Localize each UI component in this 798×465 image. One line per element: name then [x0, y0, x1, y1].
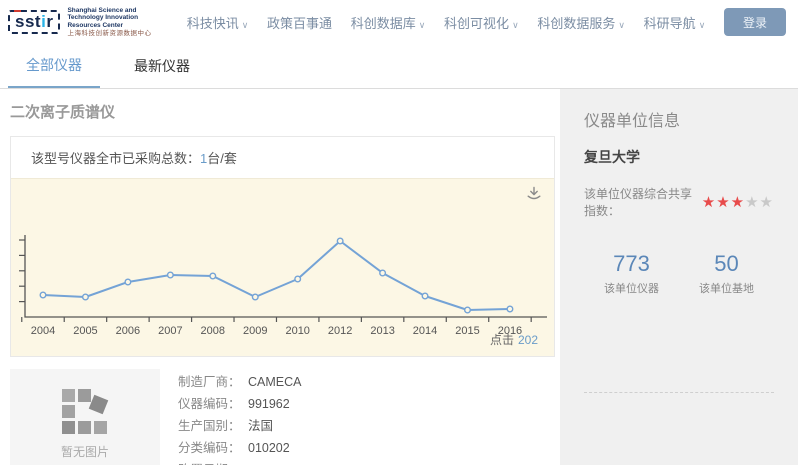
click-count-label: 点击	[490, 333, 514, 347]
detail-row-manufacturer: 制造厂商：CAMECA	[178, 371, 312, 393]
purchase-label: 该型号仪器全市已采购总数：	[31, 151, 200, 166]
detail-value: 010202	[248, 437, 290, 459]
svg-text:2006: 2006	[116, 325, 140, 337]
main-column: 二次离子质谱仪 该型号仪器全市已采购总数：1台/套 20042005200620…	[0, 89, 560, 465]
chevron-down-icon: ∨	[699, 20, 706, 30]
nav-item-label: 科创数据服务	[537, 16, 615, 31]
chevron-down-icon: ∨	[242, 20, 249, 30]
detail-label: 购置日期：	[178, 459, 248, 465]
chevron-down-icon: ∨	[419, 20, 426, 30]
nav-item-label: 科研导航	[644, 16, 696, 31]
detail-list: 制造厂商：CAMECA 仪器编码：991962 生产国别：法国 分类编码：010…	[178, 369, 312, 465]
tagline-en-line3: Resources Center	[67, 22, 151, 29]
svg-text:2015: 2015	[455, 325, 479, 337]
stat-bases-value: 50	[679, 251, 774, 277]
svg-text:2008: 2008	[201, 325, 225, 337]
star-empty-icon: ★	[745, 194, 759, 211]
nav-item-label: 科创数据库	[351, 16, 416, 31]
logo-text-r: r	[46, 12, 53, 31]
share-index-row: 该单位仪器综合共享指数： ★★★★★	[584, 185, 774, 219]
click-count: 点击 202	[490, 331, 538, 348]
logo-text: sst	[15, 12, 41, 31]
tagline-zh: 上海科技创新资源数据中心	[67, 30, 151, 37]
detail-value: 法国	[248, 415, 273, 437]
unit-stats: 773 该单位仪器 50 该单位基地	[584, 251, 774, 296]
tagline-en-line2: Technology Innovation	[67, 14, 151, 21]
brand-logo[interactable]: sstir Shanghai Science and Technology In…	[8, 7, 158, 38]
click-count-value: 202	[518, 333, 538, 347]
sidebar-divider	[584, 392, 774, 393]
instrument-tabbar: 全部仪器 最新仪器	[0, 44, 798, 89]
brand-tagline: Shanghai Science and Technology Innovati…	[67, 7, 151, 38]
page-title: 二次离子质谱仪	[10, 101, 560, 122]
line-chart[interactable]: 2004 2005 2006 2007 2008 2009 2010 2012 2013 2014…	[11, 197, 554, 347]
login-button[interactable]: 登录	[724, 8, 786, 36]
organization-name[interactable]: 复旦大学	[584, 147, 774, 167]
detail-label: 生产国别：	[178, 415, 248, 437]
detail-value: 1999-01-01	[248, 459, 312, 465]
no-image-text: 暂无图片	[61, 443, 109, 460]
star-rating: ★★★★★	[702, 195, 774, 210]
chevron-down-icon: ∨	[618, 20, 625, 30]
detail-row-country: 生产国别：法国	[178, 415, 312, 437]
sstir-logo-mark: sstir	[8, 10, 60, 34]
tab-all-instruments[interactable]: 全部仪器	[8, 44, 100, 88]
detail-row-purchase-date: 购置日期：1999-01-01	[178, 459, 312, 465]
svg-text:2005: 2005	[73, 325, 97, 337]
detail-label: 分类编码：	[178, 437, 248, 459]
star-filled-icon: ★	[731, 194, 745, 211]
stat-instruments-label: 该单位仪器	[584, 280, 679, 296]
chevron-down-icon: ∨	[512, 20, 519, 30]
svg-text:2012: 2012	[328, 325, 352, 337]
nav-item-tech-news[interactable]: 科技快讯∨	[187, 13, 249, 32]
detail-label: 制造厂商：	[178, 371, 248, 393]
svg-text:2014: 2014	[413, 325, 437, 337]
star-filled-icon: ★	[716, 194, 730, 211]
logo-red-accent	[14, 10, 21, 12]
trend-chart-canvas[interactable]: 2004 2005 2006 2007 2008 2009 2010 2012 2013 2014…	[11, 179, 554, 356]
svg-text:2013: 2013	[370, 325, 394, 337]
star-empty-icon: ★	[760, 194, 774, 211]
nav-item-label: 政策百事通	[267, 16, 332, 31]
svg-text:2009: 2009	[243, 325, 267, 337]
top-nav-bar: sstir Shanghai Science and Technology In…	[0, 0, 798, 44]
stat-bases: 50 该单位基地	[679, 251, 774, 296]
nav-item-visualization[interactable]: 科创可视化∨	[444, 13, 519, 32]
instrument-details: 暂无图片 制造厂商：CAMECA 仪器编码：991962 生产国别：法国 分类编…	[10, 369, 560, 465]
broken-image-icon	[62, 389, 108, 435]
nav-item-research-nav[interactable]: 科研导航∨	[644, 13, 706, 32]
sidebar-title: 仪器单位信息	[584, 107, 774, 131]
content-area: 二次离子质谱仪 该型号仪器全市已采购总数：1台/套 20042005200620…	[0, 89, 798, 465]
nav-item-label: 科创可视化	[444, 16, 509, 31]
unit-info-sidebar: 仪器单位信息 复旦大学 该单位仪器综合共享指数： ★★★★★ 773 该单位仪器…	[560, 89, 798, 465]
nav-item-data-service[interactable]: 科创数据服务∨	[537, 13, 625, 32]
detail-label: 仪器编码：	[178, 393, 248, 415]
svg-text:2004: 2004	[31, 325, 55, 337]
nav-item-policy[interactable]: 政策百事通	[267, 13, 332, 32]
share-index-label: 该单位仪器综合共享指数：	[584, 185, 700, 219]
detail-value: 991962	[248, 393, 290, 415]
stat-instruments-value: 773	[584, 251, 679, 277]
svg-text:2007: 2007	[158, 325, 182, 337]
detail-row-category-code: 分类编码：010202	[178, 437, 312, 459]
no-image-placeholder: 暂无图片	[10, 369, 160, 465]
purchase-summary: 该型号仪器全市已采购总数：1台/套	[11, 137, 554, 179]
stat-bases-label: 该单位基地	[679, 280, 774, 296]
detail-row-instrument-code: 仪器编码：991962	[178, 393, 312, 415]
svg-text:2010: 2010	[285, 325, 309, 337]
tagline-en-line1: Shanghai Science and	[67, 7, 151, 14]
purchase-chart-card: 该型号仪器全市已采购总数：1台/套 2004200520062007200820…	[10, 136, 555, 357]
nav-item-label: 科技快讯	[187, 16, 239, 31]
nav-item-database[interactable]: 科创数据库∨	[351, 13, 426, 32]
stat-instruments: 773 该单位仪器	[584, 251, 679, 296]
tab-latest-instruments[interactable]: 最新仪器	[116, 44, 208, 88]
star-filled-icon: ★	[702, 194, 716, 211]
main-nav: 科技快讯∨ 政策百事通 科创数据库∨ 科创可视化∨ 科创数据服务∨ 科研导航∨	[168, 13, 724, 32]
purchase-unit: 台/套	[207, 151, 237, 166]
detail-value: CAMECA	[248, 371, 301, 393]
